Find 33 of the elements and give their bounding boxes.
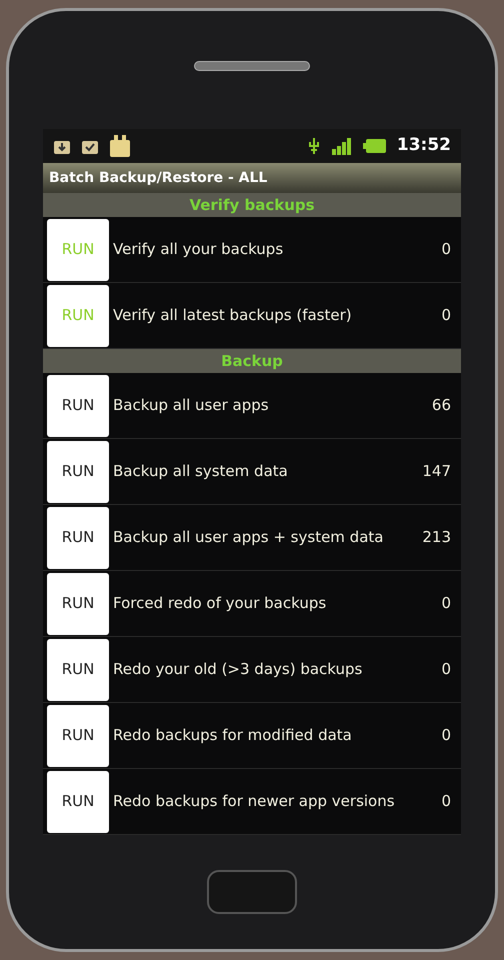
run-button[interactable]: RUN (47, 374, 109, 436)
batch-action-label: Backup all user apps (113, 396, 270, 415)
batch-action-label: Verify all latest backups (faster) (113, 306, 353, 325)
battery-icon (362, 138, 387, 154)
run-button[interactable]: RUN (47, 506, 109, 568)
app-count: 147 (422, 461, 452, 482)
batch-action-label: Redo backups for modified data (113, 726, 353, 745)
run-button[interactable]: RUN (47, 440, 109, 502)
app-count: 0 (441, 725, 452, 746)
screen-title: Batch Backup/Restore - ALL (49, 168, 268, 188)
batch-action-label: Verify all your backups (113, 240, 284, 259)
app-count: 0 (441, 305, 452, 326)
batch-action-label: Backup all system data (113, 462, 289, 481)
app-count: 213 (422, 527, 452, 548)
section-header: Verify backups (43, 193, 461, 217)
app-count: 0 (441, 791, 452, 812)
section-header: Backup (43, 349, 461, 373)
app-count: 0 (441, 239, 452, 260)
batch-action-label: Redo backups for newer app versions (113, 792, 396, 811)
home-button[interactable] (207, 870, 297, 914)
batch-action-label: Backup all user apps + system data (113, 528, 384, 547)
run-button[interactable]: RUN (47, 770, 109, 832)
batch-action-label: Redo your old (>3 days) backups (113, 660, 364, 679)
run-button[interactable]: RUN (47, 638, 109, 700)
app-count: 66 (432, 395, 452, 416)
run-button[interactable]: RUN (47, 704, 109, 766)
batch-action-label: Forced redo of your backups (113, 594, 328, 613)
speaker-grille-icon (194, 61, 310, 71)
signal-icon (330, 137, 353, 155)
status-time: 13:52 (396, 134, 451, 158)
run-button[interactable]: RUN (47, 572, 109, 634)
app-count: 0 (441, 659, 452, 680)
app-count: 0 (441, 593, 452, 614)
